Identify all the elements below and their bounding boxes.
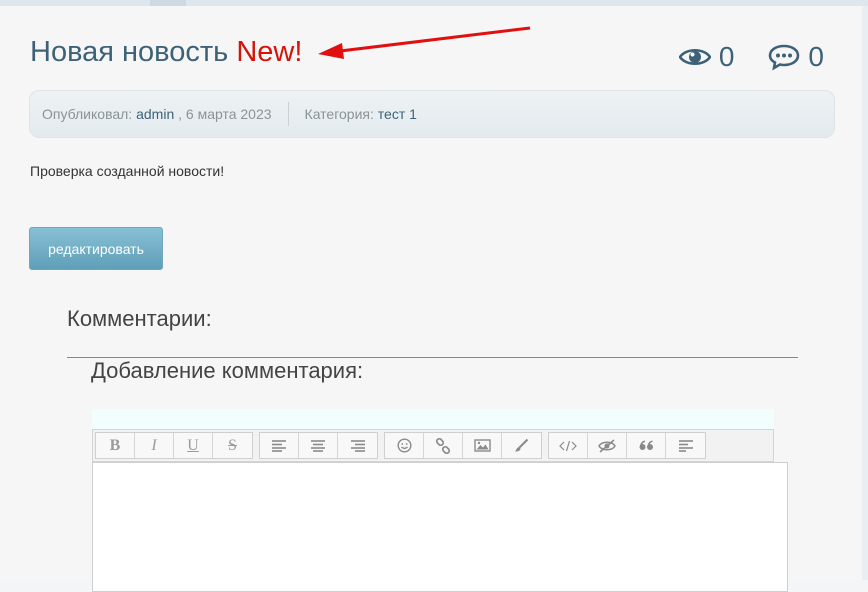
misc-group — [548, 432, 706, 459]
hide-icon[interactable] — [588, 433, 627, 458]
publish-date: , 6 марта 2023 — [178, 106, 272, 122]
comment-editor-textarea[interactable] — [92, 462, 788, 592]
comments-stat: 0 — [768, 41, 824, 73]
news-title: Новая новость New! — [30, 36, 302, 69]
category-link[interactable]: тест 1 — [378, 106, 417, 122]
align-center-icon[interactable] — [299, 433, 338, 458]
code-icon[interactable] — [549, 433, 588, 458]
image-icon[interactable] — [463, 433, 502, 458]
underline-icon[interactable]: U — [174, 433, 213, 458]
paragraph-icon[interactable] — [666, 433, 705, 458]
news-body: Проверка созданной новости! — [30, 163, 225, 179]
views-count: 0 — [718, 41, 735, 72]
bold-icon[interactable]: B — [96, 433, 135, 458]
comments-count: 0 — [808, 41, 824, 72]
strikethrough-icon[interactable]: S — [213, 433, 252, 458]
link-icon[interactable] — [424, 433, 463, 458]
quote-icon[interactable] — [627, 433, 666, 458]
category-label: Категория: — [304, 106, 374, 122]
add-comment-heading: Добавление комментария: — [91, 358, 364, 383]
align-right-icon[interactable] — [338, 433, 377, 458]
editor-toolbar: B I U S — [92, 429, 774, 462]
comment-bubble-icon — [769, 44, 800, 71]
comments-heading: Комментарии: — [67, 306, 212, 331]
meta-separator — [287, 102, 289, 126]
red-arrow-annotation — [318, 26, 531, 59]
edit-button[interactable]: редактировать — [29, 227, 163, 270]
news-meta-bar: Опубликовал: admin , 6 марта 2023 Катего… — [29, 90, 835, 138]
news-stats: 0 0 — [645, 41, 824, 73]
new-badge: New! — [236, 36, 303, 68]
align-group — [259, 432, 378, 459]
format-group: B I U S — [95, 432, 253, 459]
published-label: Опубликовал: — [42, 106, 133, 122]
insert-group — [384, 432, 542, 459]
author-link[interactable]: admin — [136, 106, 174, 122]
news-card: Новая новость New! 0 0 Опубликовал: admi… — [0, 6, 868, 592]
brush-icon[interactable] — [502, 433, 541, 458]
views-stat: 0 — [678, 41, 735, 73]
align-left-icon[interactable] — [260, 433, 299, 458]
news-title-text: Новая новость — [30, 36, 229, 68]
eye-icon — [678, 48, 711, 66]
italic-icon[interactable]: I — [135, 433, 174, 458]
smiley-icon[interactable] — [385, 433, 424, 458]
editor-top-band — [92, 409, 774, 429]
